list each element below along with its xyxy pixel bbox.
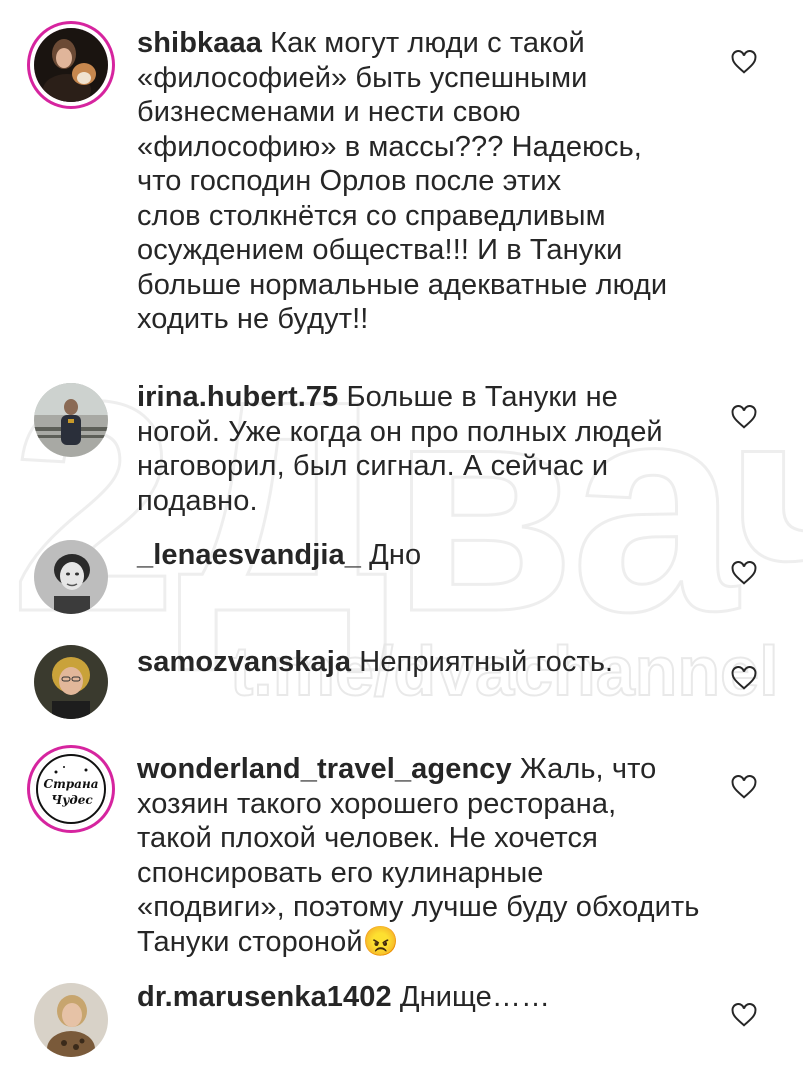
comment-text: shibkaaa Как могут люди с такой «философ… (137, 26, 707, 337)
comment-line: «философию» в массы??? Надеюсь, (137, 130, 642, 163)
comment-line: ногой. Уже когда он про полных людей (137, 415, 663, 448)
comment-line: ходить не будут!! (137, 303, 369, 335)
heart-icon[interactable] (731, 50, 757, 74)
heart-icon[interactable] (731, 1003, 757, 1027)
avatar-text: Страна (44, 777, 99, 791)
comment-username[interactable]: wonderland_travel_agency (137, 753, 512, 785)
avatar[interactable] (34, 383, 108, 457)
heart-icon[interactable] (731, 666, 757, 690)
comment-line: Как могут люди с такой (270, 27, 585, 59)
comment-line: осуждением общества!!! И в Тануки (137, 234, 623, 266)
avatar[interactable]: Страна Чудес (34, 752, 108, 826)
avatar[interactable] (34, 28, 108, 102)
comment-line: «подвиги», поэтому лучше буду обходить (137, 891, 700, 923)
comment-line: хозяин такого хорошего ресторана, (137, 787, 617, 820)
comment-line: Больше в Тануки не (346, 381, 618, 413)
comment-line: Неприятный гость. (359, 646, 614, 678)
comment-line: больше нормальные адекватные люди (137, 268, 668, 301)
heart-icon[interactable] (731, 561, 757, 585)
comment-line: спонсировать его кулинарные (137, 856, 544, 889)
heart-icon[interactable] (731, 775, 757, 799)
avatar[interactable] (34, 645, 108, 719)
comment-username[interactable]: _lenaesvandjia_ (137, 539, 361, 571)
avatar-text: Чудес (51, 793, 93, 807)
comment-line: слов столкнётся со справедливым (137, 199, 606, 232)
comment-line: Днище…… (399, 981, 551, 1013)
avatar[interactable] (34, 983, 108, 1057)
comment-text: irina.hubert.75 Больше в Тануки не ногой… (137, 380, 707, 518)
heart-icon[interactable] (731, 405, 757, 429)
comment-line: что господин Орлов после этих (137, 165, 562, 197)
comment-line: Жаль, что (519, 753, 657, 785)
comment-username[interactable]: shibkaaa (137, 27, 262, 59)
comment-line: подавно. (137, 484, 258, 517)
comment-text: dr.marusenka1402 Днище…… (137, 980, 707, 1015)
comment-username[interactable]: samozvanskaja (137, 646, 351, 678)
comment-line: наговорил, был сигнал. А сейчас и (137, 450, 609, 482)
comment-text: _lenaesvandjia_ Дно (137, 538, 707, 573)
avatar[interactable] (34, 540, 108, 614)
comment-line: бизнесменами и нести свою (137, 96, 521, 128)
comment-line: Дно (369, 539, 422, 571)
comment-line: «философией» быть успешными (137, 61, 588, 94)
comment-username[interactable]: irina.hubert.75 (137, 381, 338, 413)
comment-text: samozvanskaja Неприятный гость. (137, 645, 707, 680)
comment-text: wonderland_travel_agency Жаль, что хозяи… (137, 752, 707, 959)
comment-username[interactable]: dr.marusenka1402 (137, 981, 392, 1013)
comment-line: такой плохой человек. Не хочется (137, 822, 598, 854)
comment-line: Тануки стороной😠 (137, 925, 399, 958)
